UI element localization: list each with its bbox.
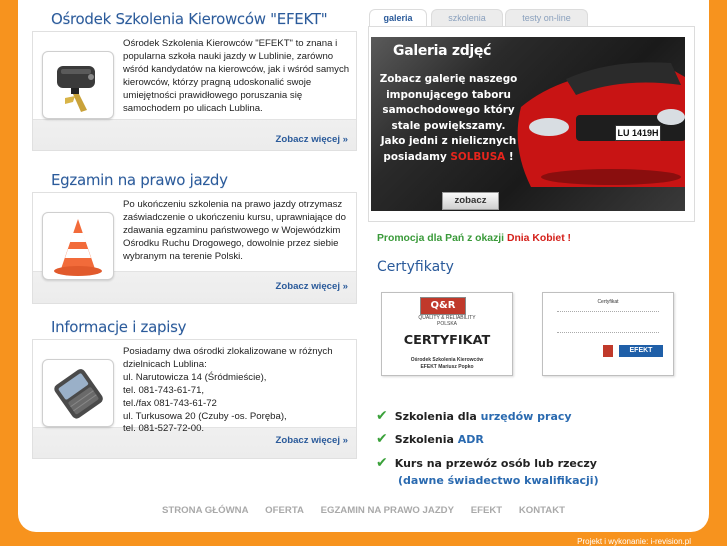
car-keys-icon xyxy=(42,51,114,119)
about-more-link[interactable]: Zobacz więcej » xyxy=(275,134,348,145)
footer-link-home[interactable]: STRONA GŁÓWNA xyxy=(162,505,249,516)
gallery-panel: LU 1419H Galeria zdjęć Zobacz galerię na… xyxy=(368,26,695,222)
gallery-title: Galeria zdjęć xyxy=(393,43,492,59)
info-text: Posiadamy dwa ośrodki zlokalizowane w ró… xyxy=(123,346,353,436)
certificate-efekt[interactable]: Certyfikat EFEKT xyxy=(542,292,674,376)
check-icon: ✔ xyxy=(376,431,388,447)
about-card: Ośrodek Szkolenia Kierowców "EFEKT" to z… xyxy=(32,31,357,151)
gallery-line-2: imponującego taboru xyxy=(386,88,511,101)
gallery-line-6-prefix: posiadamy xyxy=(383,150,451,163)
emblem-icon xyxy=(603,345,613,357)
gallery-line-6-suffix: ! xyxy=(505,150,514,163)
mobile-phone-icon xyxy=(42,359,114,427)
license-plate: LU 1419H xyxy=(615,125,661,141)
qr-certificate-title: CERTYFIKAT xyxy=(403,333,491,348)
gallery-zobacz-button[interactable]: zobacz xyxy=(442,192,499,210)
footer-nav: STRONA GŁÓWNA OFERTA EGZAMIN NA PRAWO JA… xyxy=(18,505,709,516)
qr-badge: Q&R xyxy=(420,297,466,315)
gallery-line-6: posiadamy SOLBUSA ! xyxy=(371,150,526,166)
footer-link-contact[interactable]: KONTAKT xyxy=(519,505,565,516)
tab-testy[interactable]: testy on-line xyxy=(505,9,588,27)
gallery-line-1: Zobacz galerię naszego xyxy=(379,73,518,85)
check-icon: ✔ xyxy=(376,455,388,471)
gallery-brand: SOLBUSA xyxy=(450,150,506,163)
gallery-text: Zobacz galerię naszego imponującego tabo… xyxy=(371,72,526,166)
footer-link-exam[interactable]: EGZAMIN NA PRAWO JAZDY xyxy=(321,505,454,516)
about-text: Ośrodek Szkolenia Kierowców "EFEKT" to z… xyxy=(123,38,350,114)
check-icon: ✔ xyxy=(376,408,388,424)
footer-link-offer[interactable]: OFERTA xyxy=(265,505,304,516)
offer-0-highlight: urzędów pracy xyxy=(480,410,572,423)
page-container: Ośrodek Szkolenia Kierowców "EFEKT" Ośro… xyxy=(18,0,709,532)
promo-highlight: Dnia Kobiet ! xyxy=(506,233,572,244)
efekt-logo: EFEKT xyxy=(619,345,663,357)
section-title-about[interactable]: Ośrodek Szkolenia Kierowców "EFEKT" xyxy=(51,10,328,28)
exam-card: Po ukończeniu szkolenia na prawo jazdy o… xyxy=(32,192,357,304)
info-fax-1: tel./fax 081-743-61-72 xyxy=(123,397,217,409)
gallery-line-3: samochodowego który xyxy=(382,104,515,117)
info-card: Posiadamy dwa ośrodki zlokalizowane w ró… xyxy=(32,339,357,459)
offer-1-prefix: Szkolenia xyxy=(394,433,458,446)
gallery-line-4: stale powiększamy. xyxy=(391,119,506,132)
traffic-cone-icon xyxy=(42,212,114,280)
offer-urzedy-pracy[interactable]: ✔ Szkolenia dla urzędów pracy xyxy=(376,408,572,424)
offer-0-prefix: Szkolenia dla xyxy=(394,410,481,423)
cert2-body-text xyxy=(557,311,659,333)
info-phone-1: tel. 081-743-61-71, xyxy=(123,384,205,396)
section-title-info[interactable]: Informacje i zapisy xyxy=(51,318,187,336)
certificates-title: Certyfikaty xyxy=(377,259,454,275)
info-more-link[interactable]: Zobacz więcej » xyxy=(275,435,348,446)
exam-more-link[interactable]: Zobacz więcej » xyxy=(275,281,348,292)
gallery-banner[interactable]: LU 1419H Galeria zdjęć Zobacz galerię na… xyxy=(371,37,685,211)
tab-galeria[interactable]: galeria xyxy=(369,9,427,27)
info-intro: Posiadamy dwa ośrodki zlokalizowane w ró… xyxy=(123,346,333,370)
offer-3-highlight: (dawne świadectwo kwalifikacji) xyxy=(398,474,599,487)
qr-name: EFEKT Mariusz Popko xyxy=(420,364,474,370)
offer-przewoz[interactable]: ✔ Kurs na przewóz osób lub rzeczy xyxy=(376,455,597,471)
offer-1-highlight: ADR xyxy=(457,433,484,446)
qr-country: POLSKA xyxy=(436,321,457,327)
offer-2-prefix: Kurs na przewóz osób lub rzeczy xyxy=(394,457,597,470)
section-title-exam[interactable]: Egzamin na prawo jazdy xyxy=(51,171,228,189)
certificate-qr[interactable]: Q&R QUALITY & RELIABILITY POLSKA CERTYFI… xyxy=(381,292,513,376)
offer-swiadectwo[interactable]: (dawne świadectwo kwalifikacji) xyxy=(398,474,599,487)
info-address-2: ul. Turkusowa 20 (Czuby -os. Poręba), xyxy=(123,410,287,422)
promo-prefix: Promocja dla Pań z okazji xyxy=(377,233,507,244)
exam-text: Po ukończeniu szkolenia na prawo jazdy o… xyxy=(123,199,346,262)
info-address-1: ul. Narutowicza 14 (Śródmieście), xyxy=(123,371,267,383)
footer-link-efekt[interactable]: EFEKT xyxy=(471,505,502,516)
tab-szkolenia[interactable]: szkolenia xyxy=(431,9,503,27)
offer-adr[interactable]: ✔ Szkolenia ADR xyxy=(376,431,484,447)
cert2-title: Certyfikat xyxy=(597,299,619,305)
promo-link[interactable]: Promocja dla Pań z okazji Dnia Kobiet ! xyxy=(377,233,571,244)
gallery-line-5: Jako jedni z nielicznych xyxy=(380,135,517,148)
qr-org: Ośrodek Szkolenia Kierowców xyxy=(410,357,484,363)
